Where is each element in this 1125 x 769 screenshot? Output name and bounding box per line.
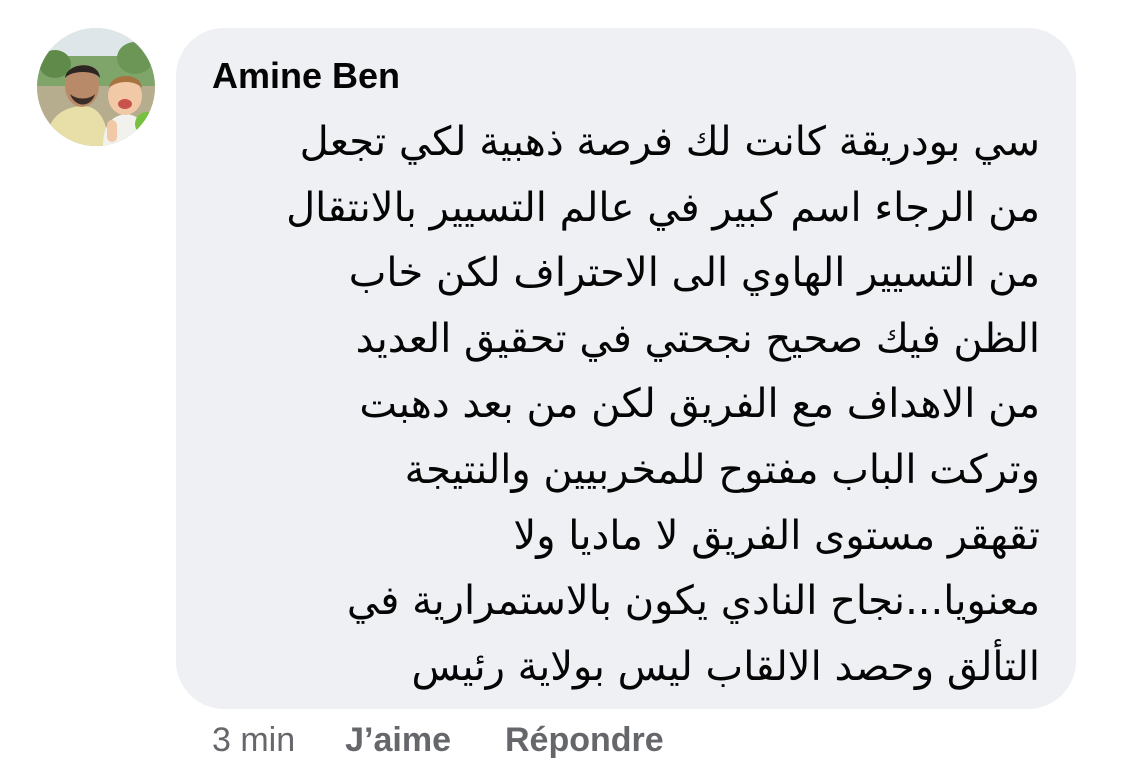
profile-photo bbox=[37, 28, 155, 146]
comment-line: تقهقر مستوى الفريق لا ماديا ولا bbox=[513, 512, 1040, 559]
comment-author[interactable]: Amine Ben bbox=[212, 54, 400, 98]
comment-line: معنويا...نجاح النادي يكون بالاستمرارية ف… bbox=[346, 578, 1040, 625]
comment-line: وتركت الباب مفتوح للمخربيين والنتيجة bbox=[404, 446, 1040, 493]
like-button[interactable]: J’aime bbox=[345, 721, 451, 760]
comment-timestamp[interactable]: 3 min bbox=[212, 721, 295, 760]
comment-line: من الرجاء اسم كبير في عالم التسيير بالان… bbox=[286, 184, 1040, 231]
comment-line: الظن فيك صحيح نجحتي في تحقيق العديد bbox=[355, 315, 1040, 362]
comment-bubble: Amine Ben سي بودريقة كانت لك فرصة ذهبية … bbox=[176, 28, 1076, 709]
comment-actions: 3 min J’aime Répondre bbox=[212, 716, 664, 764]
avatar[interactable] bbox=[37, 28, 155, 146]
reply-button[interactable]: Répondre bbox=[505, 721, 664, 760]
comment-text: سي بودريقة كانت لك فرصة ذهبية لكي تجعل م… bbox=[200, 110, 1040, 700]
comment-line: من الاهداف مع الفريق لكن من بعد دهبت bbox=[359, 381, 1040, 428]
comment-line: من التسيير الهاوي الى الاحتراف لكن خاب bbox=[348, 250, 1040, 297]
comment-line: سي بودريقة كانت لك فرصة ذهبية لكي تجعل bbox=[299, 119, 1040, 165]
comment-line: التألق وحصد الالقاب ليس بولاية رئيس bbox=[411, 643, 1040, 690]
